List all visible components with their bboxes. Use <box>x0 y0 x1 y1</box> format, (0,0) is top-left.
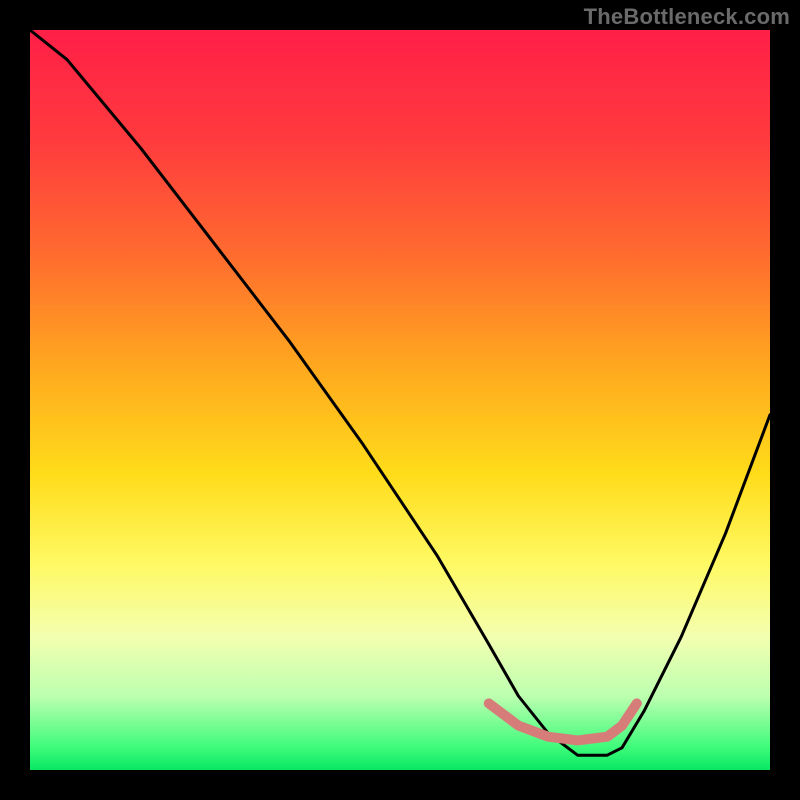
chart-frame: TheBottleneck.com <box>0 0 800 800</box>
gradient-background <box>30 30 770 770</box>
bottleneck-chart <box>0 0 800 800</box>
watermark-text: TheBottleneck.com <box>584 4 790 30</box>
